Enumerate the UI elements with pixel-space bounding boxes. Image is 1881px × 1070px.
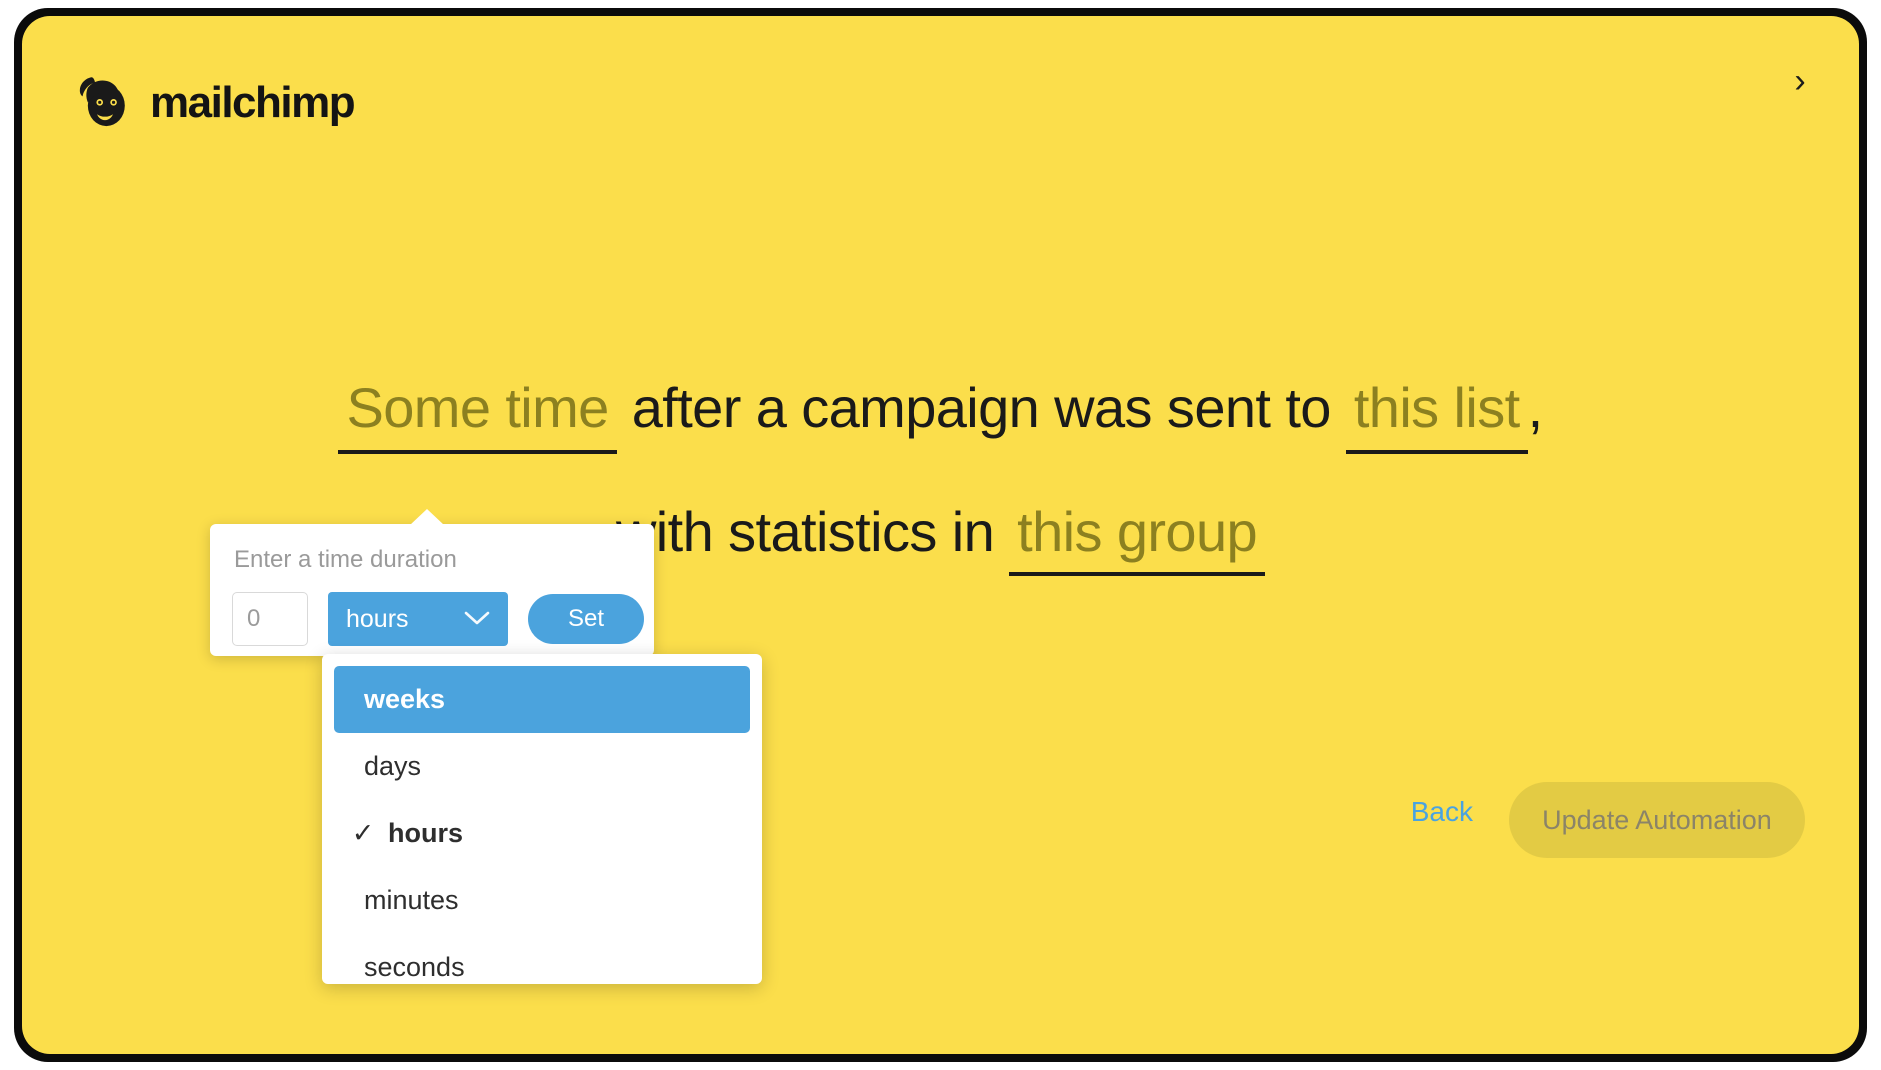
- chevron-down-icon: [464, 608, 490, 630]
- duration-amount-input[interactable]: [232, 592, 308, 646]
- mailchimp-page: mailchimp › Some time after a campaign w…: [22, 16, 1859, 1054]
- dropdown-option-weeks[interactable]: weeks: [334, 666, 750, 733]
- dropdown-option-label: hours: [388, 818, 464, 848]
- blank-list[interactable]: this list: [1345, 380, 1528, 454]
- check-icon: ✓: [351, 818, 375, 848]
- dropdown-option-days[interactable]: days: [334, 733, 750, 800]
- duration-unit-dropdown[interactable]: weeks days ✓ hours minutes seconds: [322, 654, 762, 984]
- duration-unit-select[interactable]: hours: [328, 592, 508, 646]
- sentence-static-start: with statistics in: [615, 500, 995, 563]
- sentence-comma: ,: [1527, 376, 1544, 439]
- sentence-line-1: Some time after a campaign was sent to t…: [22, 368, 1859, 454]
- mailchimp-logo[interactable]: mailchimp: [72, 68, 356, 134]
- update-automation-button[interactable]: Update Automation: [1509, 782, 1805, 858]
- back-link[interactable]: Back: [1411, 796, 1473, 828]
- sentence-static-mid: after a campaign was sent to: [631, 376, 1332, 439]
- screenshot-root: mailchimp › Some time after a campaign w…: [0, 0, 1881, 1070]
- dropdown-option-minutes[interactable]: minutes: [334, 867, 750, 934]
- dropdown-option-label: minutes: [364, 885, 459, 915]
- mailchimp-wordmark: mailchimp: [150, 78, 356, 127]
- blank-group[interactable]: this group: [1009, 504, 1266, 576]
- chevron-right-icon[interactable]: ›: [1777, 58, 1823, 104]
- duration-unit-value: hours: [346, 604, 409, 633]
- dropdown-option-label: days: [364, 751, 422, 781]
- popover-controls-row: hours Set: [232, 592, 644, 646]
- popover-caret: [410, 509, 444, 525]
- dropdown-option-hours[interactable]: ✓ hours: [334, 800, 750, 867]
- dropdown-option-seconds[interactable]: seconds: [334, 934, 750, 984]
- popover-label: Enter a time duration: [234, 546, 457, 573]
- time-duration-popover: Enter a time duration hours Set: [210, 509, 654, 656]
- dropdown-option-label: seconds: [364, 952, 465, 982]
- set-button[interactable]: Set: [528, 594, 644, 644]
- dropdown-option-label: weeks: [364, 684, 446, 714]
- blank-time-duration[interactable]: Some time: [338, 380, 617, 454]
- mailchimp-monkey-icon: [79, 77, 125, 127]
